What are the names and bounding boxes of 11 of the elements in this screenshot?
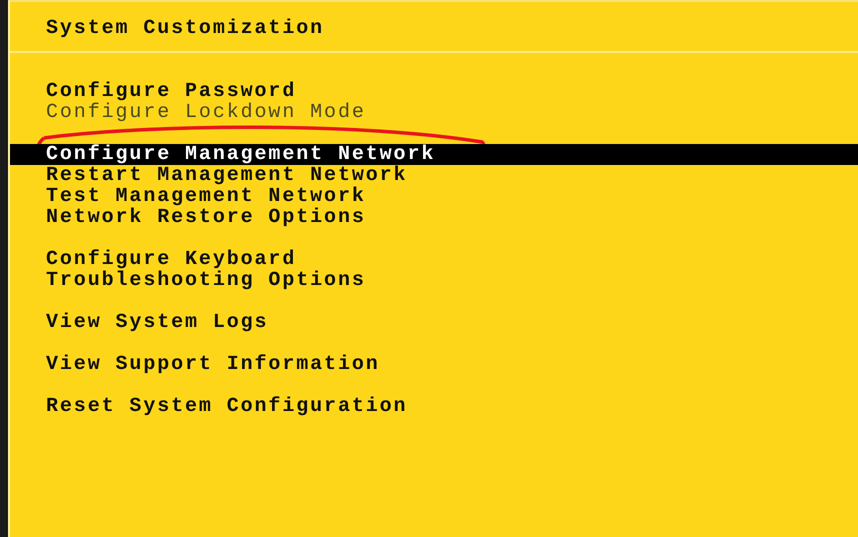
menu-item[interactable]: Test Management Network xyxy=(10,186,858,207)
menu-item[interactable]: Troubleshooting Options xyxy=(10,270,858,291)
menu-item[interactable]: Configure Management Network xyxy=(10,144,858,165)
screen-title: System Customization xyxy=(46,17,324,40)
menu-item[interactable]: Configure Password xyxy=(10,81,858,102)
menu-item[interactable]: Network Restore Options xyxy=(10,207,858,228)
menu-item[interactable]: Restart Management Network xyxy=(10,165,858,186)
menu-item[interactable]: Reset System Configuration xyxy=(10,396,858,417)
menu-item[interactable]: View Support Information xyxy=(10,354,858,375)
menu-item[interactable]: View System Logs xyxy=(10,312,858,333)
menu-item[interactable]: Configure Keyboard xyxy=(10,249,858,270)
